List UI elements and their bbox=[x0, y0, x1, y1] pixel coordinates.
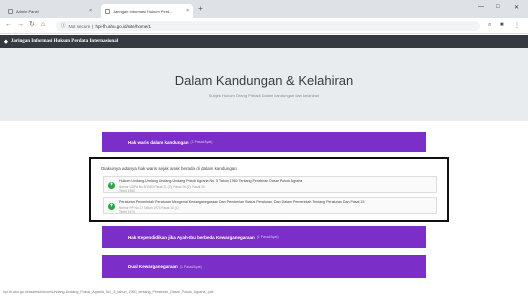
browser-tab-jaringan[interactable]: Jaringan Informasi Hukum Perd... × bbox=[101, 4, 193, 18]
minimize-icon[interactable]: — bbox=[478, 4, 484, 10]
count-badge: (1 Pasal/Ayat) bbox=[179, 264, 202, 269]
expand-icon[interactable]: + bbox=[108, 182, 115, 189]
tab-title: Jaringan Informasi Hukum Perd... bbox=[113, 8, 173, 14]
count-badge: (1 Pasal/Ayat) bbox=[256, 235, 279, 239]
accordion-item-hak-kependidikan[interactable]: Hak Kependidikan jika Ayah-Ibu berbeda K… bbox=[102, 226, 426, 248]
tab-title: Admin Panel bbox=[16, 8, 39, 14]
document-title[interactable]: Peraturan Pemerintah Peraturan Mengenai … bbox=[119, 200, 435, 204]
address-bar[interactable]: ⓘ Not secure | hpi-fh.ahu.go.id/site/hom… bbox=[56, 21, 480, 31]
browser-tab-admin[interactable]: Admin Panel × bbox=[4, 4, 96, 18]
page-icon bbox=[105, 8, 110, 14]
document-meta: Terbit 1960 bbox=[119, 189, 135, 193]
extension-icon[interactable]: ■ bbox=[500, 22, 504, 28]
reload-icon[interactable]: ↻ bbox=[29, 21, 35, 29]
accordion-label: Hak Kependidikan jika Ayah-Ibu berbeda K… bbox=[128, 234, 255, 240]
security-label: Not secure bbox=[68, 23, 91, 29]
panel-question: Diakuinya adanya hak waris sejak anak be… bbox=[101, 166, 237, 171]
close-window-icon[interactable]: ✕ bbox=[514, 4, 519, 11]
new-tab-button[interactable]: + bbox=[198, 5, 203, 13]
site-brand[interactable]: Jaringan Informasi Hukum Perdata Interna… bbox=[11, 39, 118, 44]
document-title[interactable]: Hukum Undang-Undang Undang-Undang Pokok … bbox=[119, 179, 435, 183]
brand-icon: ◆ bbox=[4, 39, 8, 45]
info-icon[interactable]: ⓘ bbox=[61, 23, 66, 29]
document-meta: Terbit 1974 bbox=[119, 210, 135, 214]
accordion-label: Hak waris dalam kandungan bbox=[128, 139, 189, 145]
count-badge: (1 Pasal/Ayat) bbox=[190, 140, 213, 144]
page-title: Dalam Kandungan & Kelahiran bbox=[174, 73, 354, 88]
home-icon[interactable]: ⌂ bbox=[41, 21, 45, 29]
forward-icon[interactable]: → bbox=[17, 21, 24, 29]
close-icon[interactable]: × bbox=[89, 8, 92, 14]
page-subtitle: Subjek Hukum Orang Pribadi Dalam kandung… bbox=[208, 93, 320, 98]
browser-tab-strip: Admin Panel × Jaringan Informasi Hukum P… bbox=[0, 0, 528, 18]
highlighted-panel: Diakuinya adanya hak waris sejak anak be… bbox=[89, 157, 449, 222]
browser-toolbar: ← → ↻ ⌂ ⓘ Not secure | hpi-fh.ahu.go.id/… bbox=[0, 18, 528, 34]
accordion-item-hak-waris[interactable]: Hak waris dalam kandungan (1 Pasal/Ayat) bbox=[102, 132, 426, 152]
document-item[interactable]: + Hukum Undang-Undang Undang-Undang Poko… bbox=[103, 176, 437, 193]
status-url: hpi-fh.ahu.go.id/assets/hukum/Undang-Und… bbox=[3, 290, 214, 294]
hero-header: Dalam Kandungan & Kelahiran Subjek Hukum… bbox=[0, 48, 528, 121]
document-item[interactable]: + Peraturan Pemerintah Peraturan Mengena… bbox=[103, 197, 437, 214]
maximize-icon[interactable]: □ bbox=[496, 4, 500, 10]
close-icon[interactable]: × bbox=[186, 8, 189, 14]
accordion-item-dual-kewarganegaraan[interactable]: Dual Kewarganegaraan (1 Pasal/Ayat) bbox=[102, 255, 426, 278]
expand-icon[interactable]: + bbox=[108, 203, 115, 210]
menu-icon[interactable]: ⋮ bbox=[514, 22, 520, 29]
address-url: hpi-fh.ahu.go.id/site/home/1 bbox=[95, 23, 151, 29]
page-icon bbox=[8, 8, 13, 14]
back-icon[interactable]: ← bbox=[5, 21, 12, 29]
site-navbar: ◆ Jaringan Informasi Hukum Perdata Inter… bbox=[0, 35, 528, 48]
accordion-label: Dual Kewarganegaraan bbox=[128, 264, 178, 269]
search-icon[interactable]: ⌕ bbox=[488, 22, 491, 29]
